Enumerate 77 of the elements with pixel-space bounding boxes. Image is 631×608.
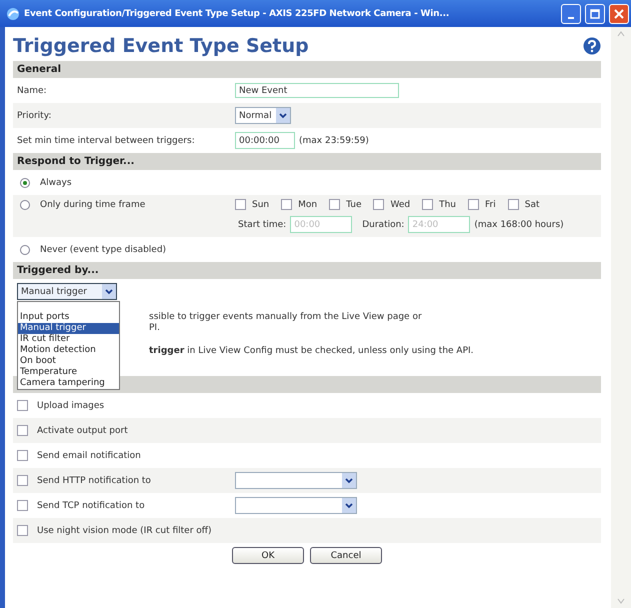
day-label: Sat [524, 200, 540, 210]
checkbox[interactable] [17, 500, 28, 511]
field-label: Name: [17, 86, 48, 96]
name-field[interactable]: New Event [235, 83, 399, 98]
field-label: Start time: [238, 220, 286, 230]
dialog-button[interactable]: Cancel [310, 547, 382, 564]
field-label: Set min time interval between triggers: [17, 136, 196, 146]
checkbox[interactable] [17, 400, 28, 411]
close-button[interactable] [609, 4, 629, 24]
checkbox-label: Upload images [37, 400, 104, 410]
trigger-dropdown[interactable]: Manual trigger [17, 283, 117, 300]
minimize-icon [568, 16, 574, 18]
day-label: Wed [390, 200, 410, 210]
help-text: trigger in Live View Config must be checked, unless only using the API. [149, 346, 475, 357]
close-icon [614, 8, 624, 18]
checkbox[interactable] [235, 199, 246, 210]
dropdown-option[interactable]: Input ports [18, 312, 119, 323]
radio-label: Always [40, 178, 72, 188]
checkbox-label: Send TCP notification to [37, 500, 146, 510]
section-header: Triggered by... [13, 262, 601, 279]
checkbox[interactable] [281, 199, 292, 210]
chevron-down-icon [105, 288, 113, 294]
day-label: Thu [439, 200, 456, 210]
window-title: Event Configuration/Triggered Event Type Setup - AXIS 225FD Network Camera - Win... [24, 8, 450, 18]
recipient-dropdown[interactable] [235, 497, 357, 514]
chevron-down-icon [345, 478, 353, 484]
radio-label: Only during time frame [40, 200, 146, 210]
dropdown-option[interactable]: Camera tampering [18, 378, 119, 389]
help-text: ssible to trigger events manually from the Live View page or [149, 312, 423, 323]
scrollbar[interactable] [611, 27, 631, 608]
radio-label: Never (event type disabled) [40, 244, 166, 254]
maximize-button[interactable] [585, 4, 605, 24]
maximize-icon [590, 8, 600, 18]
checkbox[interactable] [17, 525, 28, 536]
checkbox-label: Send HTTP notification to [37, 476, 152, 486]
radio-button[interactable] [20, 244, 30, 254]
browser-icon [6, 6, 20, 20]
day-label: Fri [485, 200, 496, 210]
dropdown-option[interactable]: On boot [18, 356, 119, 367]
field-hint: (max 23:59:59) [299, 136, 369, 146]
section-header: General [13, 61, 601, 78]
radio-button[interactable] [20, 200, 30, 210]
checkbox-label: Activate output port [37, 426, 128, 436]
field-label: Priority: [17, 110, 52, 120]
chevron-down-icon [345, 502, 353, 508]
chevron-down-icon [278, 112, 287, 118]
scroll-down-icon[interactable] [617, 598, 625, 604]
checkbox[interactable] [468, 199, 480, 210]
checkbox[interactable] [329, 199, 340, 210]
day-label: Sun [252, 200, 270, 210]
checkbox-label: Send email notification [37, 450, 141, 460]
dropdown-option[interactable]: IR cut filter [18, 334, 119, 345]
dropdown-option[interactable]: Manual trigger [18, 323, 119, 334]
help-icon[interactable] [583, 37, 601, 55]
interval-field[interactable]: 00:00:00 [235, 132, 295, 149]
dialog-button[interactable]: OK [232, 547, 304, 564]
priority-dropdown[interactable]: Normal [235, 107, 291, 124]
checkbox[interactable] [422, 199, 434, 210]
field-hint: (max 168:00 hours) [474, 220, 564, 230]
dropdown-option[interactable]: Motion detection [18, 345, 119, 356]
day-label: Tue [346, 200, 362, 210]
help-text: PI. [149, 323, 161, 334]
section-header: Respond to Trigger... [13, 153, 601, 170]
page-title: Triggered Event Type Setup [13, 35, 309, 57]
checkbox[interactable] [508, 199, 519, 210]
minimize-button[interactable] [561, 4, 581, 24]
scroll-up-icon[interactable] [617, 31, 625, 37]
field-label: Duration: [362, 220, 404, 230]
day-label: Mon [298, 200, 318, 210]
dropdown-option[interactable]: Temperature [18, 367, 119, 378]
checkbox-label: Use night vision mode (IR cut filter off) [37, 526, 212, 536]
recipient-dropdown[interactable] [235, 472, 357, 489]
checkbox[interactable] [17, 475, 28, 486]
checkbox[interactable] [17, 425, 28, 436]
checkbox[interactable] [17, 450, 28, 461]
radio-button[interactable] [20, 178, 30, 188]
checkbox[interactable] [373, 199, 384, 210]
